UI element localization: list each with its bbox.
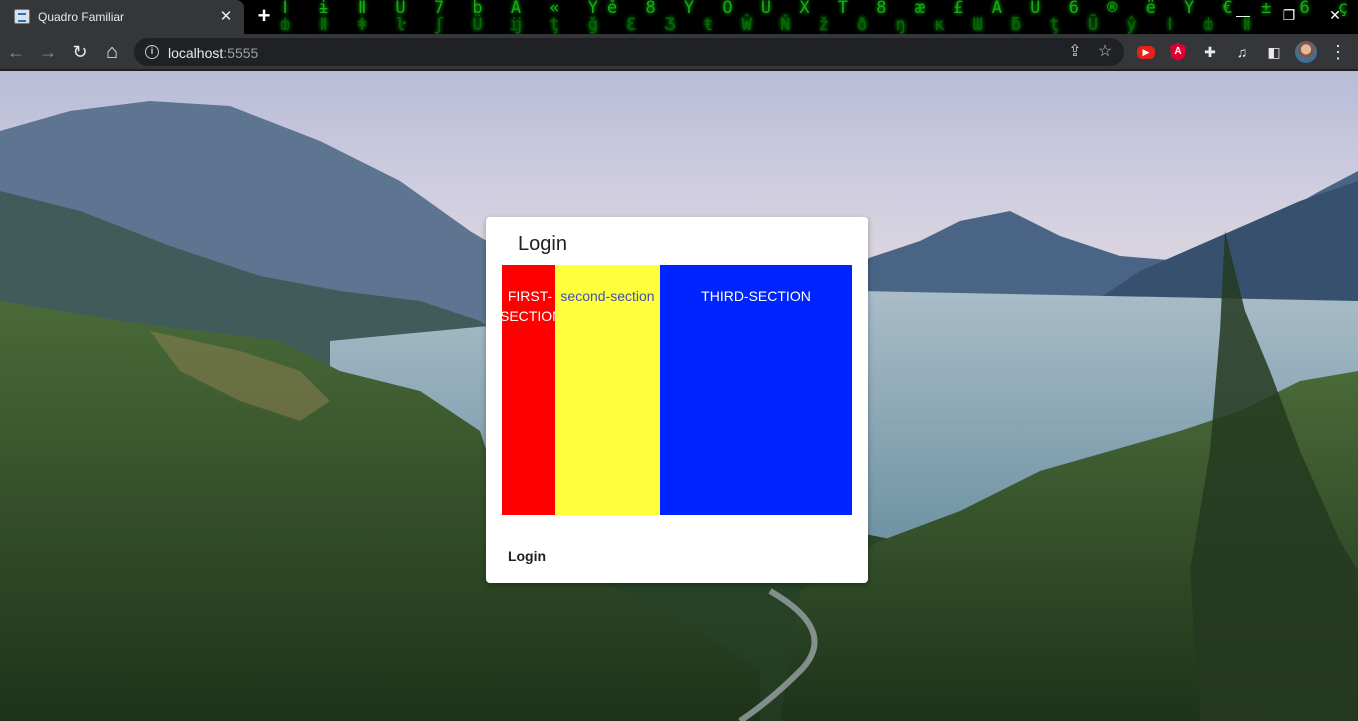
theme-matrix-row: ȸ ǁ ǂ ŀ ʃ Ü ĳ ţ ğ Ɛ Ʒ ŧ Ŵ Ň ž ð ŋ ĸ Ɯ ƃ … [280, 15, 1261, 34]
tab-close-icon[interactable]: ✕ [216, 7, 236, 27]
forward-icon[interactable]: → [34, 38, 62, 66]
third-section: THIRD-SECTION [660, 265, 852, 515]
third-section-label: THIRD-SECTION [701, 288, 811, 304]
side-panel-icon[interactable]: ◧ [1264, 42, 1284, 62]
restore-icon[interactable]: ❐ [1266, 0, 1312, 30]
profile-avatar[interactable] [1295, 41, 1317, 63]
favicon-icon [14, 9, 30, 24]
first-section-label: FIRST-SECTION [502, 288, 555, 324]
browser-toolbar: ← → ↻ ⌂ i localhost:5555 ⇪ ☆ ▶ A ✚ ♫ ◧ ⋮ [0, 34, 1358, 70]
reload-icon[interactable]: ↻ [66, 38, 94, 66]
new-tab-icon[interactable]: + [252, 5, 276, 29]
angular-devtools-icon[interactable]: A [1170, 43, 1186, 61]
home-icon[interactable]: ⌂ [98, 38, 126, 66]
window-close-icon[interactable]: ✕ [1312, 0, 1358, 30]
login-card-title: Login [518, 233, 567, 255]
address-bar[interactable]: i localhost:5555 ⇪ ☆ [134, 38, 1124, 66]
sections-container: FIRST-SECTION second-section THIRD-SECTI… [502, 265, 852, 515]
back-icon[interactable]: ← [2, 38, 30, 66]
youtube-extension-icon[interactable]: ▶ [1137, 46, 1155, 59]
share-icon[interactable]: ⇪ [1064, 41, 1086, 63]
tab-title: Quadro Familiar [38, 10, 125, 24]
minimize-icon[interactable]: — [1220, 0, 1266, 30]
site-info-icon[interactable]: i [145, 45, 159, 59]
url-text[interactable]: localhost:5555 [168, 45, 258, 61]
theme-background: ǀ ɨ ǁ U 7 b Â « Ýě 8 Ÿ Ö Ü X T 8 æ £ Â U… [280, 0, 1348, 34]
url-host: localhost [168, 45, 224, 61]
login-card: Login FIRST-SECTION second-section THIRD… [486, 217, 868, 583]
url-port: :5555 [223, 45, 259, 61]
login-button[interactable]: Login [502, 541, 552, 571]
puzzle-extensions-icon[interactable]: ✚ [1200, 42, 1220, 62]
second-section-label: second-section [560, 288, 655, 304]
media-control-icon[interactable]: ♫ [1232, 42, 1252, 62]
browser-tab-strip: ǀ ɨ ǁ U 7 b Â « Ýě 8 Ÿ Ö Ü X T 8 æ £ Â U… [0, 0, 1358, 34]
second-section: second-section [555, 265, 660, 515]
browser-menu-icon[interactable]: ⋮ [1328, 42, 1348, 62]
bookmark-star-icon[interactable]: ☆ [1094, 41, 1116, 63]
page-viewport: Login FIRST-SECTION second-section THIRD… [0, 71, 1358, 721]
first-section: FIRST-SECTION [502, 265, 555, 515]
browser-tab[interactable]: Quadro Familiar ✕ [0, 0, 244, 34]
